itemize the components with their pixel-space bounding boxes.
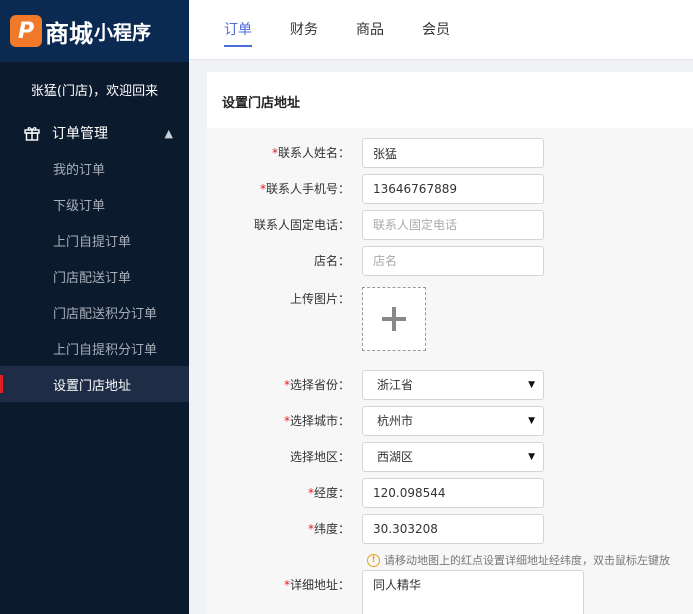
tab-products[interactable]: 商品 xyxy=(356,0,384,59)
sidebar-item-label: 上门自提积分订单 xyxy=(53,342,158,358)
page-title: 设置门店地址 xyxy=(222,96,301,111)
sidebar-item-delivery-points-orders[interactable]: 门店配送积分订单 xyxy=(0,294,189,330)
logo-mark-icon: P xyxy=(10,15,42,47)
contact-name-row: *联系人姓名： xyxy=(207,138,693,168)
contact-mobile-label-text: 联系人手机号： xyxy=(265,182,350,196)
sidebar-item-label: 门店配送订单 xyxy=(53,270,132,286)
address-row: *详细地址： 同人精华 xyxy=(207,570,693,614)
sidebar-item-label: 我的订单 xyxy=(53,162,106,178)
contact-mobile-label: *联系人手机号： xyxy=(260,174,350,204)
sidebar-item-delivery-orders[interactable]: 门店配送订单 xyxy=(0,258,189,294)
district-select[interactable]: 西湖区 ▼ xyxy=(362,442,544,472)
city-select-value: 杭州市 xyxy=(377,414,414,428)
upload-label: 上传图片： xyxy=(289,292,350,306)
district-row: 选择地区： 西湖区 ▼ xyxy=(207,442,693,472)
latitude-label: *纬度： xyxy=(308,514,350,544)
gift-icon xyxy=(24,127,40,141)
address-label-text: 详细地址： xyxy=(289,578,350,592)
sidebar-item-sub-orders[interactable]: 下级订单 xyxy=(0,186,189,222)
welcome-text: 张猛(门店)，欢迎回来 xyxy=(30,83,159,99)
address-textarea[interactable]: 同人精华 xyxy=(362,570,584,614)
contact-phone-label: 联系人固定电话： xyxy=(253,218,350,232)
longitude-label: *经度： xyxy=(308,478,350,508)
province-select[interactable]: 浙江省 ▼ xyxy=(362,370,544,400)
longitude-input[interactable] xyxy=(362,478,544,508)
content-panel: 设置门店地址 *联系人姓名： *联系人手机号： 联系人固定电话： 店名： 上传图… xyxy=(207,72,693,614)
sidebar-item-pickup-points-orders[interactable]: 上门自提积分订单 xyxy=(0,330,189,366)
province-row: *选择省份： 浙江省 ▼ xyxy=(207,370,693,400)
warning-icon: ! xyxy=(367,553,380,567)
contact-phone-row: 联系人固定电话： xyxy=(207,210,693,240)
sidebar-item-label: 下级订单 xyxy=(53,198,106,214)
sidebar: P 商城 小程序 张猛(门店)，欢迎回来 订单管理 ▲ 我的订单 下级订单 上门… xyxy=(0,0,189,614)
upload-row: 上传图片： xyxy=(207,284,693,351)
longitude-row: *经度： xyxy=(207,478,693,508)
upload-image-button[interactable] xyxy=(362,287,426,351)
tab-members[interactable]: 会员 xyxy=(422,0,450,59)
latitude-input[interactable] xyxy=(362,514,544,544)
caret-down-icon: ▼ xyxy=(528,380,535,390)
province-select-value: 浙江省 xyxy=(377,378,414,392)
contact-mobile-input[interactable] xyxy=(362,174,544,204)
province-label: *选择省份： xyxy=(284,370,350,400)
contact-name-input[interactable] xyxy=(362,138,544,168)
logo-subtext: 小程序 xyxy=(94,21,152,44)
sidebar-group-orders[interactable]: 订单管理 ▲ xyxy=(0,116,189,150)
city-select[interactable]: 杭州市 ▼ xyxy=(362,406,544,436)
province-label-text: 选择省份： xyxy=(289,378,350,392)
city-label-text: 选择城市： xyxy=(289,414,350,428)
top-nav: 订单 财务 商品 会员 xyxy=(189,0,693,60)
caret-down-icon: ▼ xyxy=(528,452,535,462)
contact-phone-input[interactable] xyxy=(362,210,544,240)
tab-finance[interactable]: 财务 xyxy=(290,0,318,59)
sidebar-item-label: 门店配送积分订单 xyxy=(53,306,158,322)
store-name-row: 店名： xyxy=(207,246,693,276)
sidebar-group-label: 订单管理 xyxy=(52,126,108,142)
latitude-label-text: 纬度： xyxy=(313,522,350,536)
store-name-label: 店名： xyxy=(313,254,350,268)
longitude-label-text: 经度： xyxy=(313,486,350,500)
contact-mobile-row: *联系人手机号： xyxy=(207,174,693,204)
district-select-value: 西湖区 xyxy=(377,450,414,464)
city-row: *选择城市： 杭州市 ▼ xyxy=(207,406,693,436)
store-address-form: *联系人姓名： *联系人手机号： 联系人固定电话： 店名： 上传图片： *选择省… xyxy=(207,128,693,614)
store-name-input[interactable] xyxy=(362,246,544,276)
logo-text: 商城 xyxy=(45,19,93,48)
chevron-up-icon[interactable]: ▲ xyxy=(165,127,173,140)
plus-icon-vertical xyxy=(392,307,396,331)
sidebar-item-label: 设置门店地址 xyxy=(53,378,132,394)
latitude-row: *纬度： xyxy=(207,514,693,544)
tab-orders[interactable]: 订单 xyxy=(224,0,252,59)
city-label: *选择城市： xyxy=(284,406,350,436)
sidebar-item-label: 上门自提订单 xyxy=(53,234,132,250)
address-label: *详细地址： xyxy=(284,570,350,600)
map-hint-text: 请移动地图上的红点设置详细地址经纬度，双击鼠标左键放 xyxy=(384,554,670,567)
contact-name-label: *联系人姓名： xyxy=(272,138,350,168)
district-label: 选择地区： xyxy=(289,450,350,464)
sidebar-item-my-orders[interactable]: 我的订单 xyxy=(0,150,189,186)
map-hint: ! 请移动地图上的红点设置详细地址经纬度，双击鼠标左键放 xyxy=(367,552,670,568)
contact-name-label-text: 联系人姓名： xyxy=(277,146,350,160)
caret-down-icon: ▼ xyxy=(528,416,535,426)
sidebar-item-pickup-orders[interactable]: 上门自提订单 xyxy=(0,222,189,258)
logo[interactable]: P 商城 小程序 xyxy=(0,0,189,62)
sidebar-item-store-address[interactable]: 设置门店地址 xyxy=(0,366,189,402)
